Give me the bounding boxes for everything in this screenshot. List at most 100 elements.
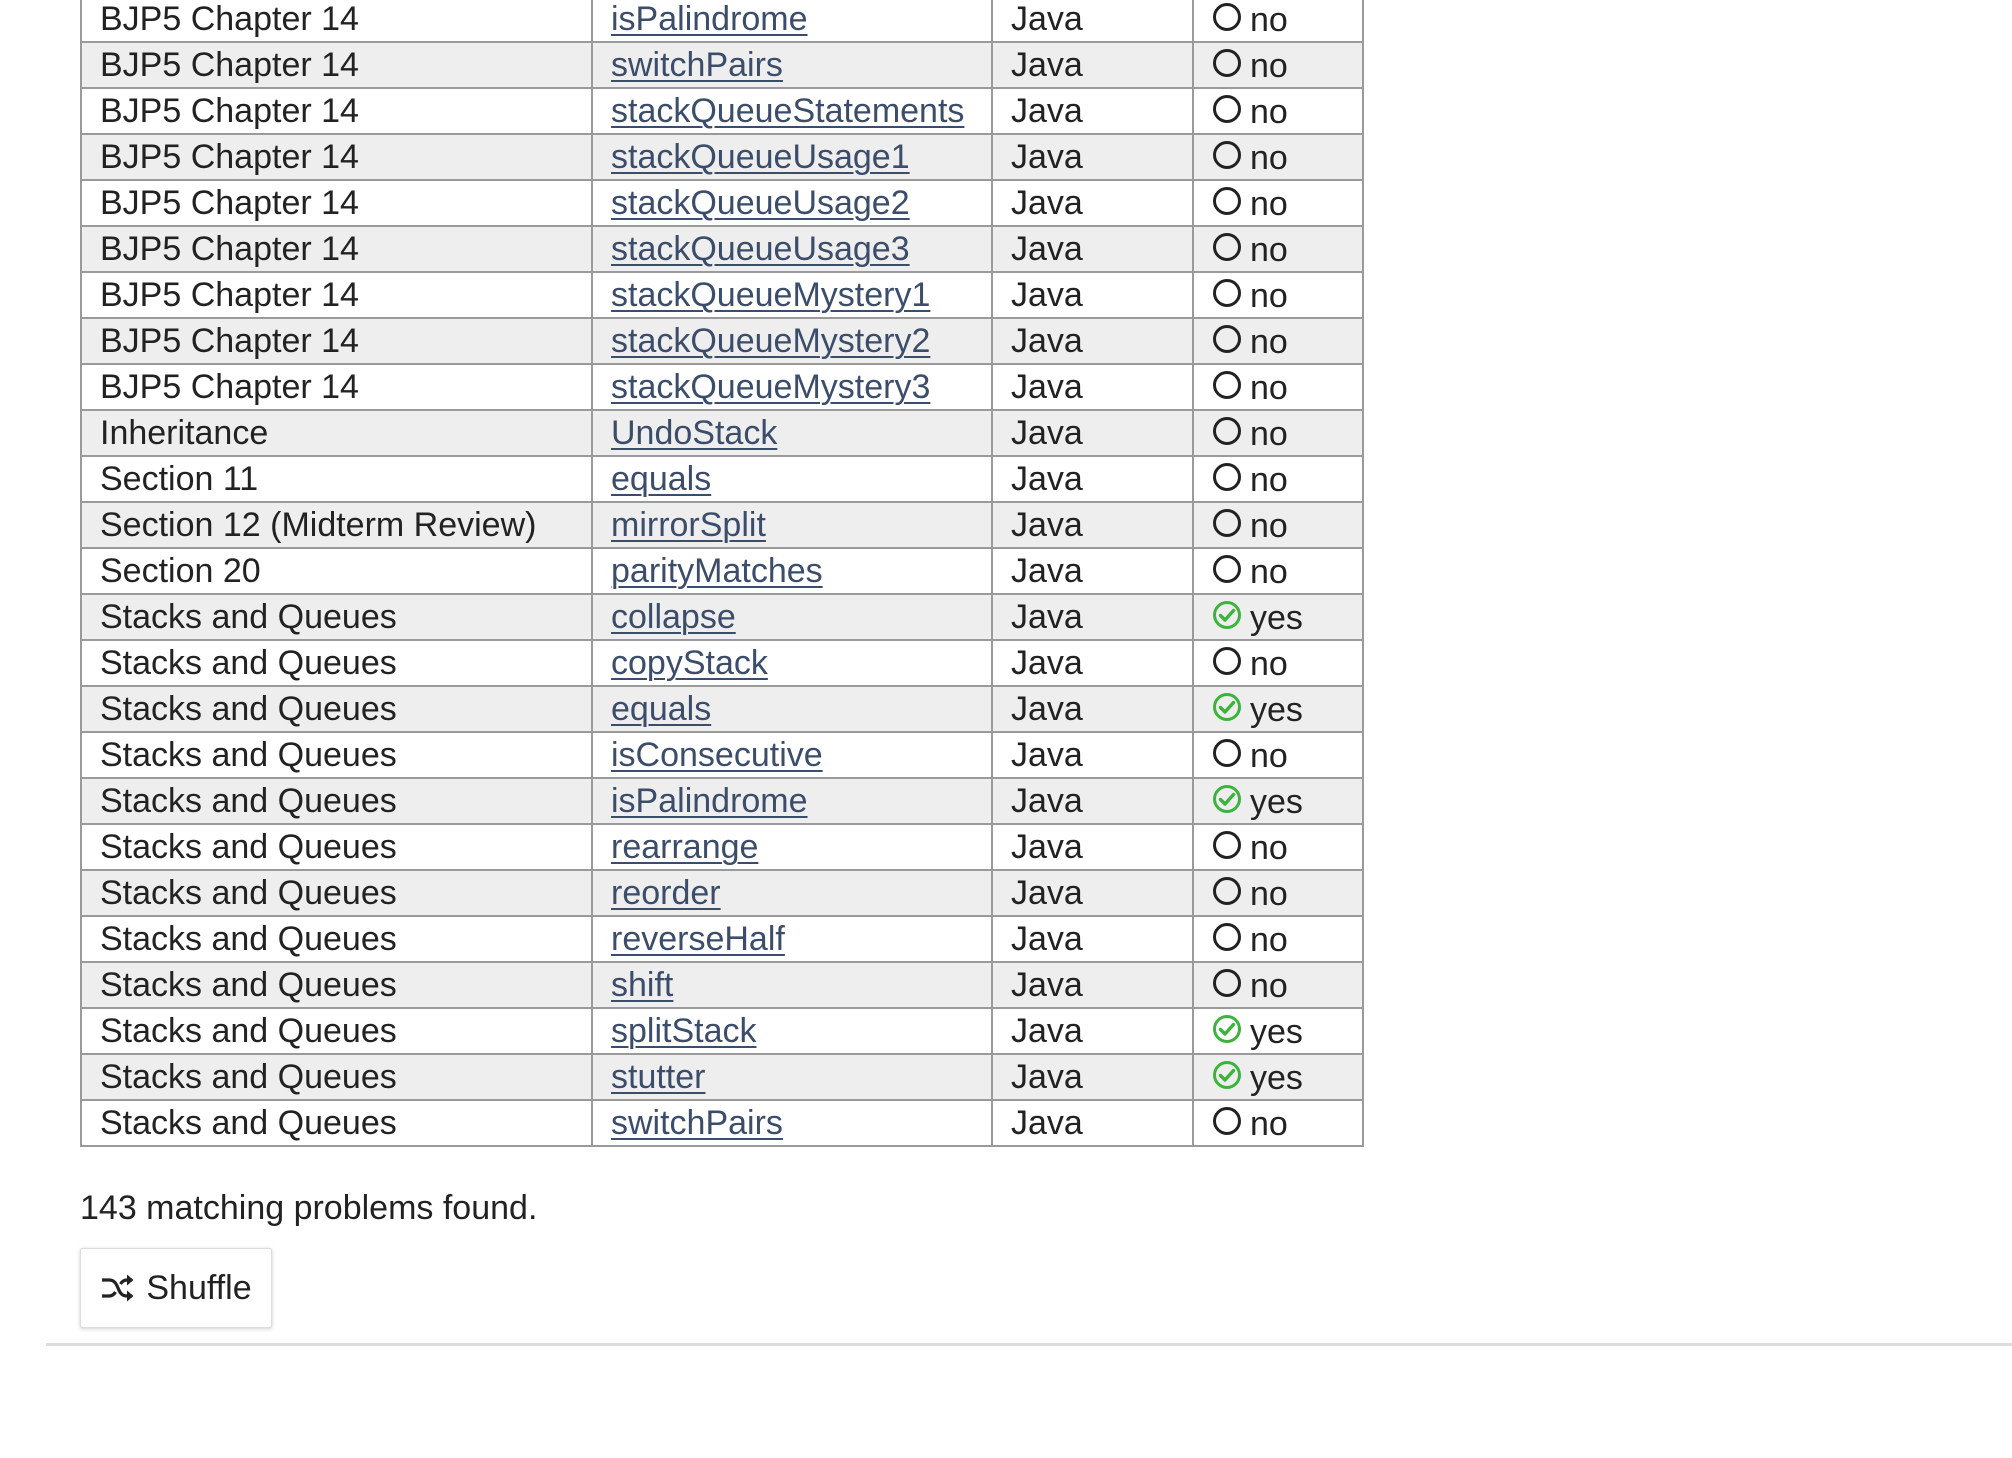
problem-cell: equals bbox=[591, 455, 993, 504]
table-row: BJP5 Chapter 14 stackQueueMystery1 Java no bbox=[80, 271, 1364, 320]
problem-link[interactable]: UndoStack bbox=[611, 414, 777, 452]
problem-link[interactable]: shift bbox=[611, 966, 673, 1004]
shuffle-button[interactable]: Shuffle bbox=[80, 1248, 272, 1328]
problem-link[interactable]: copyStack bbox=[611, 644, 768, 682]
unsolved-circle-icon bbox=[1213, 187, 1241, 216]
problem-link[interactable]: isPalindrome bbox=[611, 782, 808, 820]
solved-status-label: no bbox=[1250, 369, 1288, 408]
category-cell: Section 20 bbox=[80, 547, 593, 596]
table-row: BJP5 Chapter 14 stackQueueStatements Java n… bbox=[80, 87, 1364, 136]
solved-status-label: yes bbox=[1250, 1059, 1303, 1098]
language-cell: Java bbox=[991, 179, 1194, 228]
problem-link[interactable]: isPalindrome bbox=[611, 0, 808, 38]
problem-link[interactable]: rearrange bbox=[611, 828, 758, 866]
solved-status-cell: yes bbox=[1192, 1053, 1364, 1102]
table-row: BJP5 Chapter 14 stackQueueUsage2 Java no bbox=[80, 179, 1364, 228]
solved-status-cell: no bbox=[1192, 271, 1364, 320]
problem-link[interactable]: equals bbox=[611, 460, 711, 498]
problem-link[interactable]: stackQueueUsage3 bbox=[611, 230, 910, 268]
solved-status-cell: no bbox=[1192, 639, 1364, 688]
problem-link[interactable]: mirrorSplit bbox=[611, 506, 766, 544]
problem-link[interactable]: splitStack bbox=[611, 1012, 757, 1050]
solved-status-cell: no bbox=[1192, 179, 1364, 228]
problem-link[interactable]: equals bbox=[611, 690, 711, 728]
solved-status-label: no bbox=[1250, 829, 1288, 868]
solved-status-cell: no bbox=[1192, 961, 1364, 1010]
category-cell: BJP5 Chapter 14 bbox=[80, 41, 593, 90]
category-cell: Stacks and Queues bbox=[80, 869, 593, 918]
unsolved-circle-icon bbox=[1213, 969, 1241, 998]
unsolved-circle-icon bbox=[1213, 325, 1241, 354]
solved-status-cell: no bbox=[1192, 363, 1364, 412]
solved-status-label: no bbox=[1250, 93, 1288, 132]
solved-check-icon bbox=[1213, 1015, 1241, 1044]
language-cell: Java bbox=[991, 823, 1194, 872]
problem-cell: shift bbox=[591, 961, 993, 1010]
problem-link[interactable]: collapse bbox=[611, 598, 736, 636]
problem-cell: parityMatches bbox=[591, 547, 993, 596]
table-row: Stacks and Queues shift Java no bbox=[80, 961, 1364, 1010]
solved-status-label: no bbox=[1250, 875, 1288, 914]
table-row: Stacks and Queues splitStack Java yes bbox=[80, 1007, 1364, 1056]
problem-cell: isPalindrome bbox=[591, 0, 993, 44]
problem-link[interactable]: reverseHalf bbox=[611, 920, 785, 958]
problem-cell: stackQueueStatements bbox=[591, 87, 993, 136]
language-cell: Java bbox=[991, 731, 1194, 780]
category-cell: BJP5 Chapter 14 bbox=[80, 133, 593, 182]
solved-status-label: no bbox=[1250, 921, 1288, 960]
category-cell: Stacks and Queues bbox=[80, 1007, 593, 1056]
problem-cell: isPalindrome bbox=[591, 777, 993, 826]
problem-link[interactable]: stackQueueUsage2 bbox=[611, 184, 910, 222]
solved-status-cell: no bbox=[1192, 225, 1364, 274]
unsolved-circle-icon bbox=[1213, 3, 1241, 32]
table-row: BJP5 Chapter 14 stackQueueMystery3 Java no bbox=[80, 363, 1364, 412]
problem-cell: splitStack bbox=[591, 1007, 993, 1056]
language-cell: Java bbox=[991, 225, 1194, 274]
solved-status-cell: no bbox=[1192, 1099, 1364, 1148]
category-cell: Stacks and Queues bbox=[80, 731, 593, 780]
unsolved-circle-icon bbox=[1213, 463, 1241, 492]
solved-status-cell: no bbox=[1192, 869, 1364, 918]
solved-status-label: no bbox=[1250, 507, 1288, 546]
category-cell: Stacks and Queues bbox=[80, 777, 593, 826]
problem-link[interactable]: stackQueueMystery3 bbox=[611, 368, 930, 406]
solved-status-label: no bbox=[1250, 323, 1288, 362]
problem-link[interactable]: stutter bbox=[611, 1058, 705, 1096]
problem-link[interactable]: reorder bbox=[611, 874, 721, 912]
table-row: Stacks and Queues reverseHalf Java no bbox=[80, 915, 1364, 964]
problem-link[interactable]: stackQueueMystery1 bbox=[611, 276, 930, 314]
language-cell: Java bbox=[991, 133, 1194, 182]
problem-cell: stutter bbox=[591, 1053, 993, 1102]
solved-status-label: yes bbox=[1250, 599, 1303, 638]
language-cell: Java bbox=[991, 685, 1194, 734]
language-cell: Java bbox=[991, 961, 1194, 1010]
solved-status-label: no bbox=[1250, 1, 1288, 40]
table-row: BJP5 Chapter 14 stackQueueUsage1 Java no bbox=[80, 133, 1364, 182]
problem-link[interactable]: stackQueueMystery2 bbox=[611, 322, 930, 360]
solved-check-icon bbox=[1213, 1061, 1241, 1090]
unsolved-circle-icon bbox=[1213, 509, 1241, 538]
problem-link[interactable]: switchPairs bbox=[611, 1104, 783, 1142]
problem-cell: rearrange bbox=[591, 823, 993, 872]
problem-cell: reverseHalf bbox=[591, 915, 993, 964]
solved-status-label: no bbox=[1250, 967, 1288, 1006]
solved-status-cell: no bbox=[1192, 547, 1364, 596]
unsolved-circle-icon bbox=[1213, 923, 1241, 952]
matching-problems-count: 143 matching problems found. bbox=[80, 1189, 538, 1227]
problem-link[interactable]: stackQueueStatements bbox=[611, 92, 964, 130]
table-row: Section 20 parityMatches Java no bbox=[80, 547, 1364, 596]
problem-cell: copyStack bbox=[591, 639, 993, 688]
category-cell: Stacks and Queues bbox=[80, 1099, 593, 1148]
problem-link[interactable]: stackQueueUsage1 bbox=[611, 138, 910, 176]
problems-table-body: BJP5 Chapter 14 isPalindrome Java no BJP5 Ch… bbox=[80, 0, 1364, 1148]
language-cell: Java bbox=[991, 0, 1194, 44]
unsolved-circle-icon bbox=[1213, 279, 1241, 308]
unsolved-circle-icon bbox=[1213, 141, 1241, 170]
language-cell: Java bbox=[991, 915, 1194, 964]
problem-link[interactable]: switchPairs bbox=[611, 46, 783, 84]
category-cell: BJP5 Chapter 14 bbox=[80, 317, 593, 366]
problem-link[interactable]: isConsecutive bbox=[611, 736, 823, 774]
problem-link[interactable]: parityMatches bbox=[611, 552, 823, 590]
table-row: BJP5 Chapter 14 stackQueueUsage3 Java no bbox=[80, 225, 1364, 274]
solved-status-label: no bbox=[1250, 1105, 1288, 1144]
